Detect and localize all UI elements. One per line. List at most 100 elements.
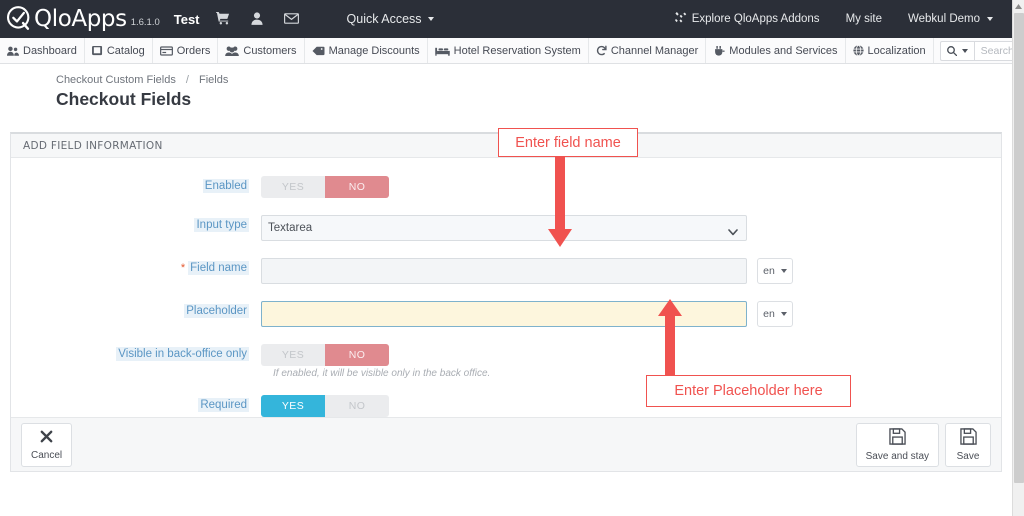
visible-back-office-toggle[interactable]: YES NO — [261, 344, 389, 366]
menu-item-localization[interactable]: Localization — [846, 38, 934, 63]
visible-back-office-label: Visible in back-office only — [116, 347, 249, 361]
visible-back-office-help-text: If enabled, it will be visible only in t… — [273, 368, 491, 379]
chevron-down-icon — [987, 17, 993, 21]
enabled-label: Enabled — [202, 179, 249, 193]
save-and-stay-label: Save and stay — [865, 450, 929, 462]
app-root: QloApps 1.6.1.0 Test Quick Access Explor… — [0, 0, 1024, 516]
placeholder-language-dropdown[interactable]: en — [757, 301, 793, 327]
globe-icon — [852, 45, 864, 56]
discount-tag-icon — [312, 46, 325, 56]
save-button[interactable]: Save — [945, 422, 991, 467]
add-field-panel: ADD FIELD INFORMATION Enabled YES NO Inp… — [10, 132, 1002, 472]
explore-addons-link[interactable]: Explore QloApps Addons — [662, 12, 833, 26]
topbar-icon-group — [215, 11, 299, 27]
breadcrumb: Checkout Custom Fields / Fields — [0, 64, 1012, 86]
menu-item-modules-and-services[interactable]: Modules and Services — [706, 38, 846, 63]
enabled-control: YES NO — [261, 176, 389, 198]
catalog-icon — [91, 45, 103, 56]
menu-item-customers[interactable]: Customers — [218, 38, 305, 63]
form-row-enabled: Enabled YES NO — [11, 176, 1001, 198]
footer-save-group: Save and stay Save — [855, 422, 991, 467]
required-toggle[interactable]: YES NO — [261, 395, 389, 417]
chevron-down-icon — [961, 49, 968, 53]
menu-item-catalog[interactable]: Catalog — [85, 38, 153, 63]
menu-label: Localization — [867, 44, 926, 57]
brand-version: 1.6.1.0 — [130, 17, 160, 28]
required-toggle-yes[interactable]: YES — [261, 395, 325, 417]
save-and-stay-button[interactable]: Save and stay — [855, 422, 939, 467]
enabled-toggle[interactable]: YES NO — [261, 176, 389, 198]
menu-label: Channel Manager — [610, 44, 699, 57]
vertical-scrollbar[interactable] — [1012, 0, 1024, 516]
top-navigation-bar: QloApps 1.6.1.0 Test Quick Access Explor… — [0, 0, 1012, 38]
menu-item-dashboard[interactable]: Dashboard — [0, 38, 85, 63]
floppy-disk-icon — [959, 427, 977, 448]
quick-access-dropdown[interactable]: Quick Access — [347, 12, 434, 26]
addons-label: Explore QloApps Addons — [691, 13, 820, 25]
placeholder-control: en — [261, 301, 793, 327]
account-dropdown[interactable]: Webkul Demo — [895, 13, 1006, 25]
menu-label: Hotel Reservation System — [453, 44, 581, 57]
form-row-placeholder: Placeholder en — [11, 301, 1001, 327]
input-type-label: Input type — [194, 218, 249, 232]
close-icon — [39, 429, 54, 447]
form-row-field-name: * Field name en — [11, 258, 1001, 284]
field-name-control: en — [261, 258, 793, 284]
required-asterisk: * — [180, 262, 186, 274]
quick-access-label: Quick Access — [346, 12, 422, 26]
visible-back-office-toggle-no[interactable]: NO — [325, 344, 389, 366]
customers-icon — [225, 46, 240, 56]
field-name-language-dropdown[interactable]: en — [757, 258, 793, 284]
dashboard-icon — [7, 46, 19, 56]
addons-icon — [674, 12, 687, 26]
orders-icon — [159, 45, 173, 56]
annotation-placeholder: Enter Placeholder here — [646, 375, 851, 407]
chevron-down-icon — [780, 269, 787, 273]
required-toggle-no[interactable]: NO — [325, 395, 389, 417]
input-type-select[interactable]: Textarea — [261, 215, 747, 241]
scrollbar-up-arrow[interactable] — [1013, 0, 1024, 13]
search-icon — [946, 46, 957, 56]
form-row-visible-back-office: Visible in back-office only YES NO — [11, 344, 1001, 366]
language-code: en — [763, 265, 775, 277]
visible-back-office-control: YES NO — [261, 344, 389, 366]
breadcrumb-parent[interactable]: Checkout Custom Fields — [56, 74, 176, 86]
menu-item-hotel-reservation-system[interactable]: Hotel Reservation System — [428, 38, 589, 63]
cancel-button[interactable]: Cancel — [21, 422, 73, 467]
annotation-arrow-field-name — [548, 155, 572, 247]
panel-footer: Cancel Save and stay Save — [11, 417, 1001, 471]
menu-label: Catalog — [106, 44, 145, 57]
menu-label: Manage Discounts — [328, 44, 420, 57]
menu-item-orders[interactable]: Orders — [153, 38, 219, 63]
search-scope-dropdown[interactable] — [939, 41, 974, 61]
cancel-label: Cancel — [31, 449, 63, 461]
breadcrumb-separator: / — [185, 74, 189, 86]
field-name-input[interactable] — [261, 258, 747, 284]
plug-icon — [713, 45, 725, 56]
brand-block[interactable]: QloApps 1.6.1.0 Test — [0, 0, 200, 38]
scrollbar-thumb[interactable] — [1014, 13, 1024, 483]
qloapps-logo-icon — [6, 6, 30, 30]
page-title: Checkout Fields — [56, 89, 192, 109]
field-name-label: * Field name — [180, 261, 249, 275]
enabled-toggle-yes[interactable]: YES — [261, 176, 325, 198]
menu-item-manage-discounts[interactable]: Manage Discounts — [305, 38, 428, 63]
menu-label: Dashboard — [23, 44, 77, 57]
envelope-icon[interactable] — [283, 12, 299, 26]
required-label: Required — [198, 398, 249, 412]
shop-name: Test — [173, 11, 200, 27]
input-type-control: Textarea — [261, 215, 747, 241]
breadcrumb-current: Fields — [199, 74, 229, 86]
topbar-right-group: Explore QloApps Addons My site Webkul De… — [662, 12, 1012, 26]
annotation-field-name: Enter field name — [498, 128, 638, 157]
form-row-input-type: Input type Textarea — [11, 215, 1001, 241]
menu-item-channel-manager[interactable]: Channel Manager — [589, 38, 707, 63]
user-icon[interactable] — [250, 11, 263, 27]
annotation-arrow-placeholder — [658, 299, 682, 378]
cart-icon[interactable] — [215, 11, 230, 27]
enabled-toggle-no[interactable]: NO — [325, 176, 389, 198]
main-menu-bar: Dashboard Catalog Orders Customers Manag — [0, 38, 1024, 64]
my-site-link[interactable]: My site — [833, 13, 895, 25]
visible-back-office-toggle-yes[interactable]: YES — [261, 344, 325, 366]
form-row-required: Required YES NO — [11, 395, 1001, 417]
